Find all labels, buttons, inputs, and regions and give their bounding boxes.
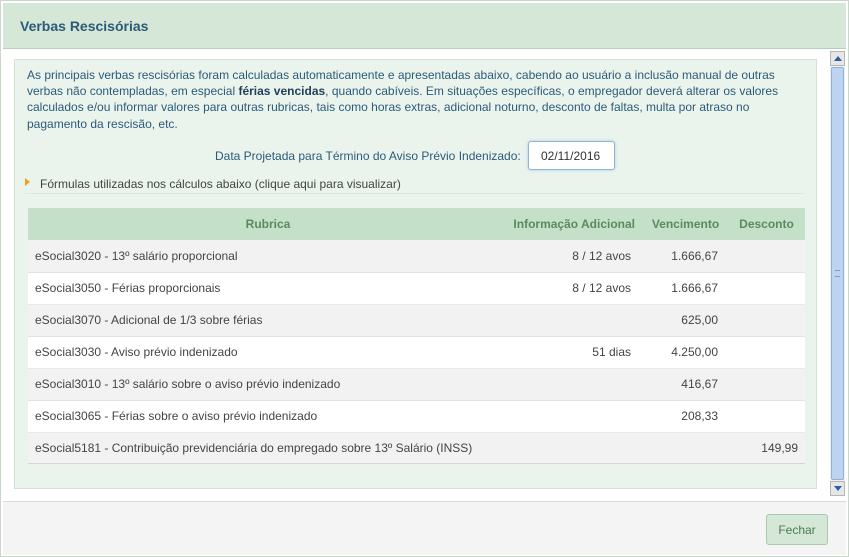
cell-rubrica: eSocial3020 - 13º salário proporcional (35, 248, 238, 263)
table-row: eSocial3050 - Férias proporcionais 8 / 1… (28, 272, 805, 304)
arrow-down-icon (834, 486, 842, 491)
cell-info (508, 432, 643, 463)
triangle-right-icon (25, 178, 30, 186)
cell-rubrica: eSocial3050 - Férias proporcionais (35, 281, 221, 295)
cell-rubrica: eSocial3030 - Aviso prévio indenizado (35, 345, 238, 359)
scroll-up-button[interactable] (830, 51, 845, 66)
table-header-row: Rubrica Informação Adicional Vencimento … (28, 208, 805, 240)
cell-desconto (728, 368, 805, 400)
dialog-footer: Fechar (3, 501, 846, 555)
formulas-label: Fórmulas utilizadas nos cálculos abaixo … (40, 177, 401, 191)
cell-info (508, 304, 643, 336)
cell-vencimento: 1.666,67 (671, 248, 718, 263)
header-desconto: Desconto (739, 217, 794, 231)
close-button[interactable]: Fechar (766, 514, 828, 545)
intro-text-bold: férias vencidas (238, 84, 326, 99)
date-label: Data Projetada para Término do Aviso Pré… (215, 149, 521, 163)
header-vencimento: Vencimento (651, 217, 720, 231)
cell-vencimento: 625,00 (681, 313, 718, 327)
dialog-header: Verbas Rescisórias (3, 3, 846, 49)
table-row: eSocial3020 - 13º salário proporcional 8… (28, 240, 805, 272)
cell-desconto (728, 240, 805, 272)
table-row: eSocial5181 - Contribuição previdenciári… (28, 432, 805, 463)
cell-vencimento: 416,67 (681, 377, 718, 391)
cell-rubrica: eSocial3010 - 13º salário sobre o aviso … (35, 377, 341, 391)
table-row: eSocial3070 - Adicional de 1/3 sobre fér… (28, 304, 805, 336)
scroll-down-button[interactable] (830, 481, 845, 496)
cell-info (508, 400, 643, 432)
verbas-rescisorias-dialog: Verbas Rescisórias As principais verbas … (0, 0, 849, 557)
scroll-thumb[interactable] (831, 67, 844, 480)
cell-info (508, 368, 643, 400)
grip-icon (835, 270, 840, 277)
dialog-content: As principais verbas rescisórias foram c… (3, 51, 829, 496)
header-rubrica: Rubrica (245, 217, 291, 231)
cell-rubrica: eSocial5181 - Contribuição previdenciári… (35, 440, 473, 455)
formulas-toggle[interactable]: Fórmulas utilizadas nos cálculos abaixo … (25, 174, 804, 194)
verbas-table: Rubrica Informação Adicional Vencimento … (28, 208, 805, 464)
projected-date-input[interactable] (528, 141, 615, 170)
arrow-up-icon (834, 56, 842, 61)
cell-vencimento (643, 432, 728, 463)
cell-info: 8 / 12 avos (572, 248, 631, 263)
vertical-scrollbar[interactable] (830, 51, 845, 496)
intro-text: As principais verbas rescisórias foram c… (27, 67, 812, 132)
verbas-table-wrap: Rubrica Informação Adicional Vencimento … (28, 208, 805, 464)
cell-desconto (728, 336, 805, 368)
cell-desconto: 149,99 (761, 440, 798, 455)
header-info: Informação Adicional (513, 217, 635, 231)
cell-rubrica: eSocial3065 - Férias sobre o aviso prévi… (35, 409, 318, 423)
cell-info: 51 dias (592, 345, 631, 359)
table-row: eSocial3030 - Aviso prévio indenizado 51… (28, 336, 805, 368)
table-row: eSocial3065 - Férias sobre o aviso prévi… (28, 400, 805, 432)
cell-desconto (728, 272, 805, 304)
cell-vencimento: 4.250,00 (671, 345, 718, 359)
cell-vencimento: 208,33 (681, 409, 718, 423)
cell-info: 8 / 12 avos (572, 281, 631, 295)
cell-desconto (728, 304, 805, 336)
verbas-panel: As principais verbas rescisórias foram c… (14, 59, 817, 489)
cell-desconto (728, 400, 805, 432)
cell-vencimento: 1.666,67 (671, 281, 718, 295)
dialog-title: Verbas Rescisórias (20, 18, 149, 34)
cell-rubrica: eSocial3070 - Adicional de 1/3 sobre fér… (35, 313, 263, 327)
table-row: eSocial3010 - 13º salário sobre o aviso … (28, 368, 805, 400)
